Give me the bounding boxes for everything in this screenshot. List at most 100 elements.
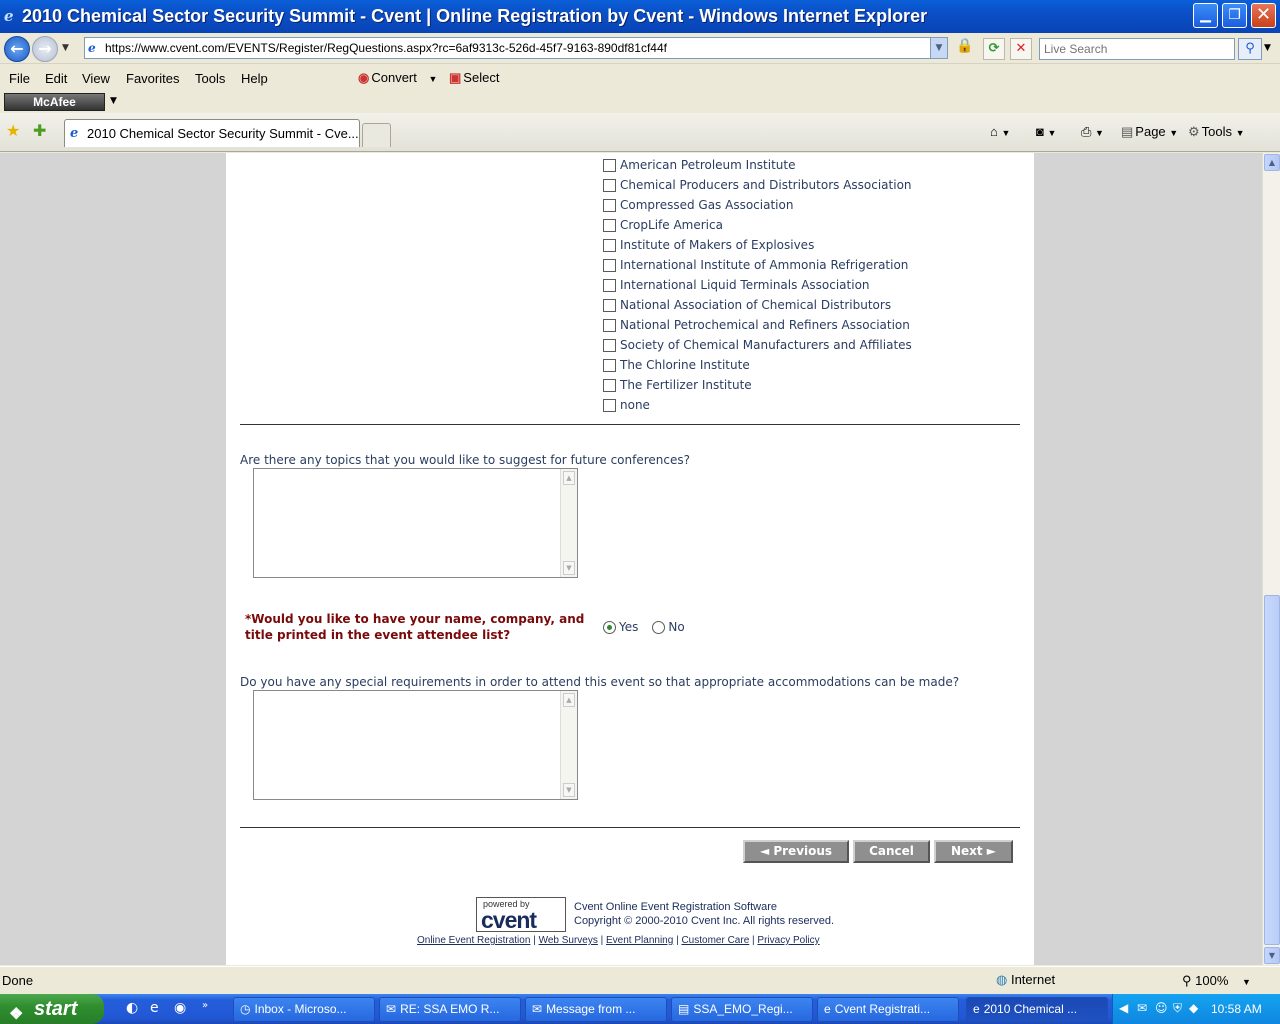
minimize-button[interactable]: ▁ [1193, 3, 1218, 28]
search-box[interactable] [1039, 38, 1235, 60]
convert-dropdown-icon[interactable]: ▼ [429, 74, 438, 84]
scroll-down-icon[interactable]: ▼ [563, 783, 575, 797]
footer-link-event-planning[interactable]: Event Planning [606, 935, 673, 946]
cvent-logo[interactable]: powered by cvent [476, 897, 566, 933]
organization-checkbox[interactable] [603, 298, 616, 312]
organization-option[interactable]: CropLife America [603, 215, 912, 235]
footer-link-web-surveys[interactable]: Web Surveys [539, 935, 598, 946]
lock-icon[interactable]: 🔒 [954, 38, 976, 60]
organization-checkbox[interactable] [603, 158, 616, 172]
cancel-button[interactable]: Cancel [853, 840, 930, 863]
tab-active[interactable]: e 2010 Chemical Sector Security Summit -… [64, 119, 360, 147]
search-icon[interactable]: ⚲ [1238, 38, 1262, 60]
organization-checkbox[interactable] [603, 358, 616, 372]
organization-option[interactable]: Society of Chemical Manufacturers and Af… [603, 335, 912, 355]
organization-option[interactable]: National Petrochemical and Refiners Asso… [603, 315, 912, 335]
close-button[interactable]: ✕ [1251, 3, 1276, 28]
organization-checkbox[interactable] [603, 198, 616, 212]
footer-link-online-event-registration[interactable]: Online Event Registration [417, 935, 530, 946]
home-icon[interactable]: ⌂ ▼ [990, 124, 1010, 139]
organization-option[interactable]: none [603, 395, 912, 415]
stop-button[interactable]: ✕ [1010, 38, 1032, 60]
select-button[interactable]: ▣ Select [449, 70, 499, 86]
menu-edit[interactable]: Edit [45, 71, 67, 86]
organization-option[interactable]: Compressed Gas Association [603, 195, 912, 215]
address-dropdown-icon[interactable]: ▼ [930, 38, 947, 58]
back-button[interactable]: ← [4, 36, 30, 62]
taskbar-task[interactable]: e Cvent Registrati... [817, 997, 959, 1022]
mcafee-button[interactable]: McAfee [4, 93, 105, 111]
scroll-up-icon[interactable]: ▲ [563, 471, 575, 485]
organization-checkbox[interactable] [603, 318, 616, 332]
scroll-down-icon[interactable]: ▼ [1264, 947, 1280, 964]
quicklaunch-more-icon[interactable]: » [202, 1000, 208, 1011]
tray-mail-icon[interactable]: ✉ [1137, 1001, 1147, 1015]
tray-expand-icon[interactable]: ◀ [1119, 1001, 1128, 1015]
organization-checkbox[interactable] [603, 278, 616, 292]
search-input[interactable] [1040, 39, 1234, 59]
organization-option[interactable]: The Chlorine Institute [603, 355, 912, 375]
feeds-icon[interactable]: ◙ ▼ [1036, 124, 1056, 139]
page-menu[interactable]: ▤ Page ▼ [1121, 124, 1178, 140]
search-dropdown-icon[interactable]: ▼ [1264, 43, 1271, 53]
previous-button[interactable]: ◄ Previous [743, 840, 849, 863]
url-text[interactable]: https://www.cvent.com/EVENTS/Register/Re… [105, 41, 667, 55]
tools-menu[interactable]: ⚙ Tools ▼ [1188, 124, 1245, 140]
special-requirements-textarea[interactable]: ▲ ▼ [253, 690, 578, 800]
tray-messenger-icon[interactable]: ☺ [1155, 1001, 1168, 1015]
organization-option[interactable]: International Liquid Terminals Associati… [603, 275, 912, 295]
menu-view[interactable]: View [82, 71, 110, 86]
organization-option[interactable]: Institute of Makers of Explosives [603, 235, 912, 255]
new-tab-button[interactable] [362, 123, 391, 147]
organization-option[interactable]: The Fertilizer Institute [603, 375, 912, 395]
organization-checkbox[interactable] [603, 178, 616, 192]
quicklaunch-media-icon[interactable]: ◉ [174, 1000, 186, 1016]
scroll-up-icon[interactable]: ▲ [1264, 154, 1280, 171]
address-bar[interactable]: e https://www.cvent.com/EVENTS/Register/… [84, 37, 948, 59]
scroll-down-icon[interactable]: ▼ [563, 561, 575, 575]
organization-option[interactable]: Chemical Producers and Distributors Asso… [603, 175, 912, 195]
textarea-scrollbar[interactable]: ▲ ▼ [560, 469, 577, 577]
organization-checkbox[interactable] [603, 238, 616, 252]
tray-shield-icon[interactable]: ⛨ [1173, 1001, 1182, 1016]
next-button[interactable]: Next ► [934, 840, 1013, 863]
scroll-thumb[interactable] [1264, 595, 1280, 945]
organization-option[interactable]: International Institute of Ammonia Refri… [603, 255, 912, 275]
organization-option[interactable]: American Petroleum Institute [603, 155, 912, 175]
taskbar-task[interactable]: ▤ SSA_EMO_Regi... [671, 997, 813, 1022]
quicklaunch-ie-icon[interactable]: e [150, 1000, 159, 1016]
organization-checkbox[interactable] [603, 378, 616, 392]
quicklaunch-desktop-icon[interactable]: ◐ [126, 1000, 138, 1016]
organization-option[interactable]: National Association of Chemical Distrib… [603, 295, 912, 315]
attendee-list-no-radio[interactable] [652, 620, 666, 634]
organization-checkbox[interactable] [603, 398, 616, 412]
scroll-up-icon[interactable]: ▲ [563, 693, 575, 707]
add-favorite-icon[interactable]: ✚ [33, 121, 46, 140]
footer-link-customer-care[interactable]: Customer Care [681, 935, 749, 946]
organization-checkbox[interactable] [603, 258, 616, 272]
maximize-button[interactable]: ❐ [1222, 3, 1247, 28]
textarea-scrollbar[interactable]: ▲ ▼ [560, 691, 577, 799]
favorites-star-icon[interactable]: ★ [6, 121, 20, 140]
organization-checkbox[interactable] [603, 338, 616, 352]
start-button[interactable]: ❖ start [0, 994, 104, 1024]
taskbar-task[interactable]: ✉ Message from ... [525, 997, 667, 1022]
tray-network-icon[interactable]: ◆ [1189, 1001, 1198, 1015]
taskbar-task[interactable]: ✉ RE: SSA EMO R... [379, 997, 521, 1022]
taskbar-task[interactable]: e 2010 Chemical ... [966, 997, 1108, 1022]
page-scrollbar[interactable]: ▲ ▼ [1262, 153, 1280, 965]
footer-link-privacy-policy[interactable]: Privacy Policy [757, 935, 819, 946]
attendee-list-yes-radio[interactable] [603, 620, 616, 634]
history-dropdown-icon[interactable]: ▼ [62, 43, 69, 53]
mcafee-dropdown-icon[interactable]: ▼ [110, 96, 117, 106]
menu-tools[interactable]: Tools [195, 71, 225, 86]
menu-help[interactable]: Help [241, 71, 268, 86]
topics-textarea[interactable]: ▲ ▼ [253, 468, 578, 578]
refresh-button[interactable]: ⟳ [983, 38, 1005, 60]
menu-file[interactable]: File [9, 71, 30, 86]
print-icon[interactable]: ⎙ ▼ [1081, 124, 1104, 140]
organization-checkbox[interactable] [603, 218, 616, 232]
zoom-control[interactable]: ⚲ 100% ▼ [1182, 973, 1251, 989]
security-zone[interactable]: ◍ Internet [996, 972, 1055, 988]
convert-button[interactable]: ◉ Convert ▼ [358, 70, 437, 86]
